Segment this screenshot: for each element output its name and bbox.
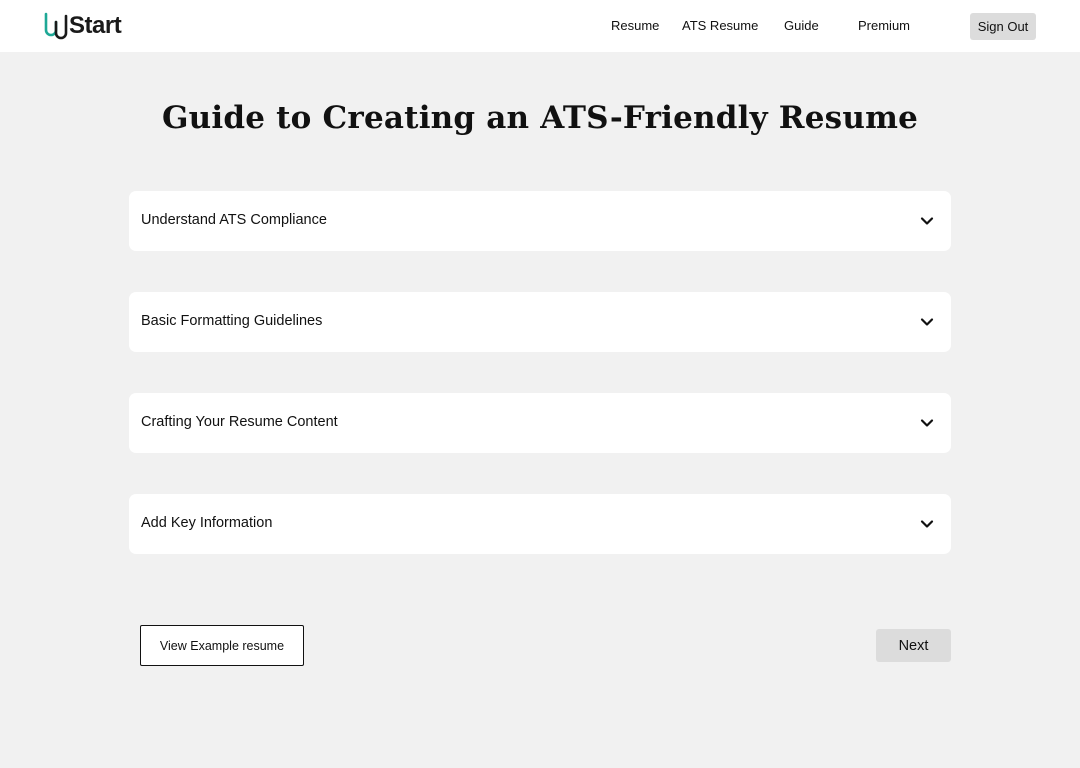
nav-ats-resume-link[interactable]: ATS Resume — [682, 18, 758, 33]
accordion-basic-formatting[interactable]: Basic Formatting Guidelines — [129, 292, 951, 352]
accordion-label: Add Key Information — [141, 515, 273, 531]
top-nav-bar: Start Resume ATS Resume Guide Premium Si… — [0, 0, 1080, 52]
next-button[interactable]: Next — [876, 629, 951, 662]
chevron-down-icon[interactable] — [920, 315, 934, 329]
accordion-label: Understand ATS Compliance — [141, 212, 327, 228]
chevron-down-icon[interactable] — [920, 416, 934, 430]
logo-text: Start — [69, 12, 122, 39]
nav-premium-link[interactable]: Premium — [858, 18, 910, 33]
nav-guide-link[interactable]: Guide — [784, 18, 819, 33]
accordion-label: Crafting Your Resume Content — [141, 414, 338, 430]
accordion-add-key-information[interactable]: Add Key Information — [129, 494, 951, 554]
accordion-crafting-content[interactable]: Crafting Your Resume Content — [129, 393, 951, 453]
chevron-down-icon[interactable] — [920, 214, 934, 228]
chevron-down-icon[interactable] — [920, 517, 934, 531]
nav-resume-link[interactable]: Resume — [611, 18, 659, 33]
accordion-label: Basic Formatting Guidelines — [141, 313, 323, 329]
logo[interactable]: Start — [43, 12, 122, 40]
page-title: Guide to Creating an ATS-Friendly Resume — [161, 100, 918, 136]
logo-mark-icon — [44, 12, 68, 40]
view-example-resume-button[interactable]: View Example resume — [140, 625, 304, 666]
sign-out-button[interactable]: Sign Out — [970, 13, 1036, 40]
accordion-understand-ats[interactable]: Understand ATS Compliance — [129, 191, 951, 251]
